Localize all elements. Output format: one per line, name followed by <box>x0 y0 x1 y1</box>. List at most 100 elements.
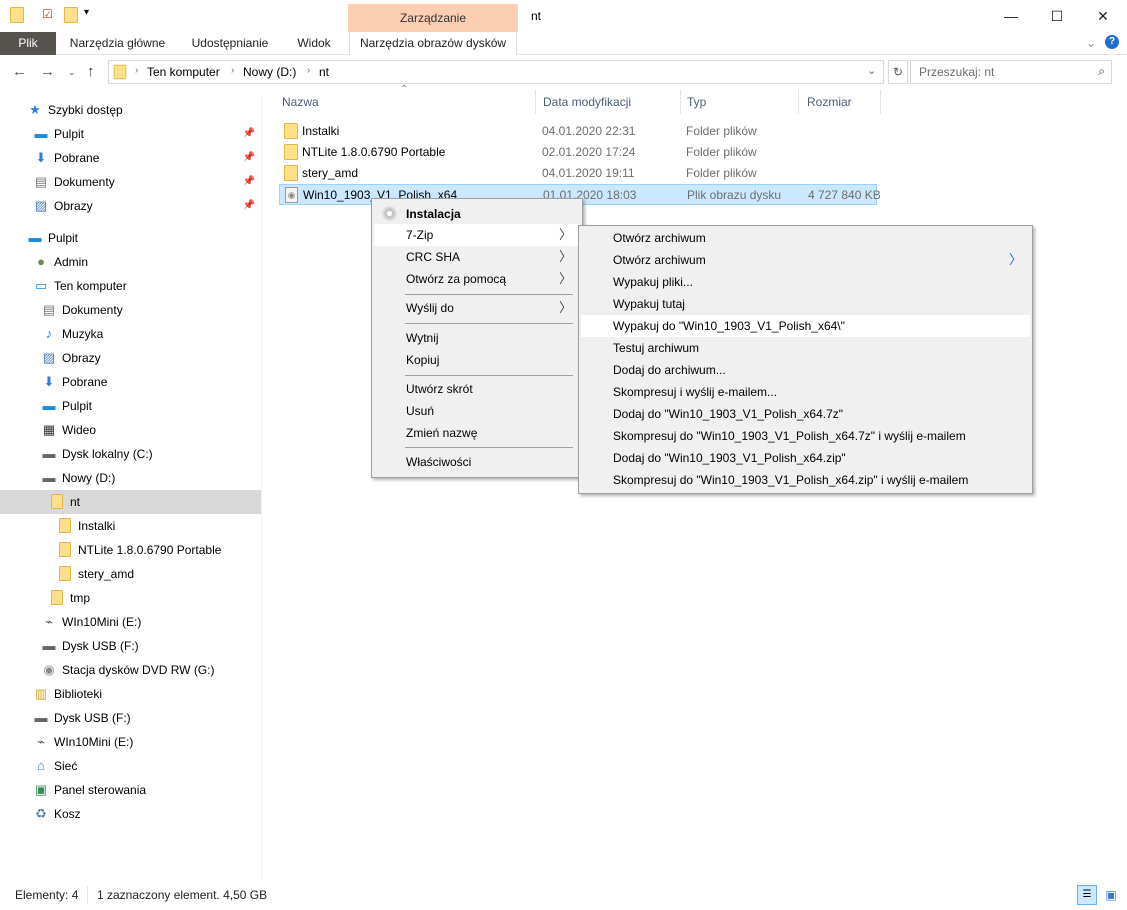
sidebar-item[interactable]: ▥ Biblioteki <box>0 682 261 706</box>
sidebar-item[interactable]: ▬ Dysk USB (F:) <box>0 706 261 730</box>
search-input[interactable]: Przeszukaj: nt ⌕ <box>910 60 1112 84</box>
file-row[interactable]: NTLite 1.8.0.6790 Portable 02.01.2020 17:… <box>279 142 877 163</box>
breadcrumb-item[interactable]: nt <box>319 65 329 79</box>
expand-ribbon-icon[interactable]: ⌄ <box>1086 36 1096 50</box>
tab-disk-image-tools[interactable]: Narzędzia obrazów dysków <box>349 32 517 55</box>
sidebar-item[interactable]: stery_amd <box>0 562 261 586</box>
sidebar-item[interactable]: ▭ Ten komputer <box>0 274 261 298</box>
column-header-type[interactable]: Typ <box>687 90 706 114</box>
tab-plik[interactable]: Plik <box>0 32 56 55</box>
sidebar-item[interactable]: ⌁ WIn10Mini (E:) <box>0 730 261 754</box>
up-button[interactable]: ↑ <box>87 63 95 80</box>
submenu-item[interactable]: Dodaj do "Win10_1903_V1_Polish_x64.7z" <box>581 403 1030 425</box>
chevron-down-icon[interactable]: ⌄ <box>867 64 876 77</box>
maximize-button[interactable]: ☐ <box>1034 0 1080 32</box>
submenu-item[interactable]: Testuj archiwum <box>581 337 1030 359</box>
sidebar-item[interactable]: ▨ Obrazy <box>0 346 261 370</box>
submenu-item[interactable]: Otwórz archiwum 〉 <box>581 249 1030 271</box>
folder-icon <box>284 165 298 181</box>
usb-icon: ⌁ <box>45 614 53 629</box>
chevron-right-icon: 〉 <box>558 227 572 242</box>
customize-toolbar-icon[interactable]: ▾ <box>84 7 89 18</box>
address-bar[interactable]: › Ten komputer › Nowy (D:) › nt ⌄ <box>108 60 884 84</box>
tab-share[interactable]: Udostępnianie <box>180 32 280 55</box>
close-button[interactable]: ✕ <box>1080 0 1126 32</box>
breadcrumb-item[interactable]: Ten komputer <box>147 65 220 79</box>
back-button[interactable]: ← <box>12 63 27 80</box>
new-folder-icon[interactable] <box>64 7 78 23</box>
drive-icon: ▬ <box>42 638 56 653</box>
sidebar-item[interactable]: nt <box>0 490 261 514</box>
sidebar-item[interactable]: ▬ Pulpit <box>0 226 261 250</box>
column-header-name[interactable]: Nazwa <box>282 90 319 114</box>
file-row[interactable]: Instalki 04.01.2020 22:31 Folder plików <box>279 121 877 142</box>
sidebar-item[interactable]: ★ Szybki dostęp <box>0 98 261 122</box>
sidebar-item[interactable]: ▣ Panel sterowania <box>0 778 261 802</box>
menu-item-install[interactable]: Instalacja <box>374 203 580 225</box>
sidebar-item[interactable]: ▬ Pulpit <box>0 394 261 418</box>
folder-icon <box>49 590 65 606</box>
forward-button[interactable]: → <box>40 63 55 80</box>
sidebar-item[interactable]: ▦ Wideo <box>0 418 261 442</box>
file-row[interactable]: stery_amd 04.01.2020 19:11 Folder plików <box>279 163 877 184</box>
sidebar-item[interactable]: ⬇ Pobrane 📌 <box>0 146 261 170</box>
sidebar-item[interactable]: ▨ Obrazy 📌 <box>0 194 261 218</box>
sidebar-item[interactable]: ♪ Muzyka <box>0 322 261 346</box>
pictures-icon: ▨ <box>34 198 48 213</box>
sidebar-item[interactable]: ▤ Dokumenty 📌 <box>0 170 261 194</box>
submenu-item[interactable]: Otwórz archiwum <box>581 227 1030 249</box>
sidebar-item[interactable]: ♻ Kosz <box>0 802 261 826</box>
submenu-item[interactable]: Skompresuj i wyślij e-mailem... <box>581 381 1030 403</box>
sidebar-item[interactable]: NTLite 1.8.0.6790 Portable <box>0 538 261 562</box>
submenu-item[interactable]: Wypakuj tutaj <box>581 293 1030 315</box>
submenu-item[interactable]: Dodaj do archiwum... <box>581 359 1030 381</box>
submenu-item[interactable]: Skompresuj do "Win10_1903_V1_Polish_x64.… <box>581 425 1030 447</box>
submenu-item[interactable]: Wypakuj do "Win10_1903_V1_Polish_x64\" <box>581 315 1030 337</box>
drive-icon: ▬ <box>34 710 48 725</box>
sidebar-item[interactable]: ◉ Stacja dysków DVD RW (G:) <box>0 658 261 682</box>
sidebar-item[interactable]: tmp <box>0 586 261 610</box>
properties-icon[interactable]: ☑ <box>42 7 53 21</box>
menu-item-properties[interactable]: Właściwości <box>374 451 580 473</box>
tab-view[interactable]: Widok <box>285 32 343 55</box>
recent-locations-icon[interactable]: ⌄ <box>68 67 76 78</box>
refresh-button[interactable]: ↻ <box>888 60 908 84</box>
sidebar-item[interactable]: ⌁ WIn10Mini (E:) <box>0 610 261 634</box>
sidebar-item[interactable]: Instalki <box>0 514 261 538</box>
submenu-item[interactable]: Dodaj do "Win10_1903_V1_Polish_x64.zip" <box>581 447 1030 469</box>
menu-item-crc-sha[interactable]: CRC SHA 〉 <box>374 246 580 268</box>
file-name: stery_amd <box>302 166 359 180</box>
breadcrumb-item[interactable]: Nowy (D:) <box>243 65 296 79</box>
sidebar-item[interactable]: ▬ Nowy (D:) <box>0 466 261 490</box>
sidebar-item[interactable]: ● Admin <box>0 250 261 274</box>
column-header-date[interactable]: Data modyfikacji <box>543 90 631 114</box>
pin-icon[interactable]: 📌 <box>243 146 255 170</box>
help-icon[interactable]: ? <box>1105 35 1119 49</box>
column-header-size[interactable]: Rozmiar <box>807 90 852 114</box>
submenu-item[interactable]: Wypakuj pliki... <box>581 271 1030 293</box>
pin-icon[interactable]: 📌 <box>243 194 255 218</box>
menu-item-create-shortcut[interactable]: Utwórz skrót <box>374 378 580 400</box>
menu-item-delete[interactable]: Usuń <box>374 400 580 422</box>
sidebar-item[interactable]: ⬇ Pobrane <box>0 370 261 394</box>
sidebar-item[interactable]: ▬ Dysk lokalny (C:) <box>0 442 261 466</box>
menu-item-7zip[interactable]: 7-Zip 〉 <box>374 224 580 246</box>
menu-item-cut[interactable]: Wytnij <box>374 327 580 349</box>
pin-icon[interactable]: 📌 <box>243 122 255 146</box>
menu-item-rename[interactable]: Zmień nazwę <box>374 422 580 444</box>
folder-icon <box>57 542 73 558</box>
pin-icon[interactable]: 📌 <box>243 170 255 194</box>
sidebar-item[interactable]: ⌂ Sieć <box>0 754 261 778</box>
sidebar-item[interactable]: ▤ Dokumenty <box>0 298 261 322</box>
minimize-button[interactable]: — <box>988 0 1034 32</box>
tab-home[interactable]: Narzędzia główne <box>60 32 175 55</box>
details-view-button[interactable]: ☰ <box>1077 885 1097 905</box>
menu-item-copy[interactable]: Kopiuj <box>374 349 580 371</box>
status-item-count: Elementy: 4 <box>15 888 79 902</box>
large-icons-view-button[interactable]: ▣ <box>1101 885 1121 905</box>
sidebar-item[interactable]: ▬ Dysk USB (F:) <box>0 634 261 658</box>
sidebar-item[interactable]: ▬ Pulpit 📌 <box>0 122 261 146</box>
submenu-item[interactable]: Skompresuj do "Win10_1903_V1_Polish_x64.… <box>581 469 1030 491</box>
menu-item-send-to[interactable]: Wyślij do 〉 <box>374 297 580 319</box>
menu-item-open-with[interactable]: Otwórz za pomocą 〉 <box>374 268 580 290</box>
